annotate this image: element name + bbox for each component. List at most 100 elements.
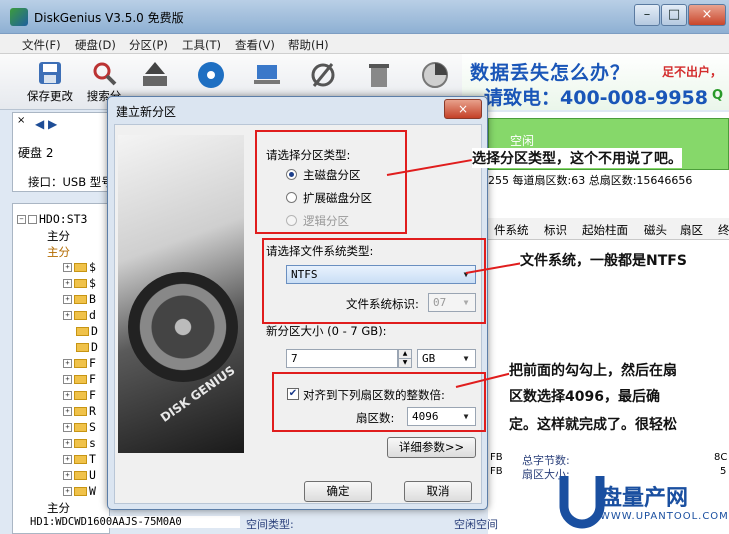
minimize-button[interactable]: – [634,4,660,26]
save-icon [39,62,61,84]
interface-label: 接口：USB 型号 [28,175,113,189]
backup-icon[interactable] [140,60,170,90]
disk-geometry: 255 每道扇区数:63 总扇区数:15646656 [488,174,693,187]
col-head[interactable]: 磁头 [644,222,667,238]
annotation-box-filesystem [262,238,486,324]
tree-item-hd0[interactable]: − HDO:ST3 [17,212,87,226]
dialog-title: 建立新分区 [116,105,177,119]
callout-align-line1: 把前面的勾勾上，然后在扇 [509,360,677,380]
tree-item-folder[interactable]: + s [63,436,96,450]
expand-icon[interactable]: + [63,471,72,480]
menu-disk[interactable]: 硬盘(D) [75,37,116,53]
space-type-label: 空间类型: [246,518,294,531]
expand-icon[interactable]: + [63,263,72,272]
close-button[interactable]: × [688,4,726,26]
tree-item-folder[interactable]: D [76,324,98,338]
expand-icon[interactable]: + [63,359,72,368]
folder-icon [74,311,87,320]
tree-item-folder[interactable]: + F [63,388,96,402]
folder-icon [74,375,87,384]
col-filesystem[interactable]: 件系统 [494,222,529,238]
col-start-cylinder[interactable]: 起始柱面 [582,222,628,238]
callout-partition-type: 选择分区类型，这个不用说了吧。 [472,148,682,168]
ok-button[interactable]: 确定 [304,481,372,502]
tree-item-hd1[interactable]: HD1:WDCWD1600AAJS-75M0A0 [30,516,240,528]
watermark-url: WWW.UPANTOOL.COM [600,511,729,522]
format-icon[interactable] [308,60,338,90]
col-end[interactable]: 终 [718,222,729,238]
disk-tool-icon[interactable] [196,60,226,90]
tree-item-primary[interactable]: 主分 [47,500,70,516]
nav-arrows-icon[interactable]: ◀ ▶ [35,117,57,131]
tree-item-folder[interactable]: + T [63,452,96,466]
expand-icon[interactable]: + [63,391,72,400]
menu-file[interactable]: 文件(F) [22,37,61,53]
window-title: DiskGenius V3.5.0 免费版 [34,11,184,25]
tree-item-primary[interactable]: 主分 [47,228,70,244]
col-id[interactable]: 标识 [544,222,567,238]
collapse-icon[interactable]: − [17,215,26,224]
menu-partition[interactable]: 分区(P) [129,37,168,53]
expand-icon[interactable]: + [63,439,72,448]
col-sector[interactable]: 扇区 [680,222,703,238]
tree-item-folder[interactable]: + $ [63,276,96,290]
title-bar: DiskGenius V3.5.0 免费版 – □ × [0,0,729,34]
callout-filesystem: 文件系统，一般都是NTFS [520,250,687,270]
delete-icon[interactable] [364,60,394,90]
callout-align-line2: 区数选择4096，最后确 [509,386,660,406]
expand-icon[interactable]: + [63,295,72,304]
size-label: 新分区大小 (0 - 7 GB): [266,324,387,338]
expand-icon[interactable]: + [63,487,72,496]
expand-icon[interactable]: + [63,423,72,432]
size-unit-select[interactable]: GB ▼ [417,349,476,368]
tree-item-folder[interactable]: + U [63,468,96,482]
app-icon [10,8,28,26]
value-fb: FB [490,452,503,463]
tree-item-folder[interactable]: D [76,340,98,354]
dialog-close-button[interactable]: × [444,99,482,119]
tree-item-folder[interactable]: + B [63,292,96,306]
folder-icon [74,407,87,416]
maximize-button[interactable]: □ [661,4,687,26]
cancel-button[interactable]: 取消 [404,481,472,502]
disk-label: 硬盘 2 [18,146,54,160]
folder-icon [74,263,87,272]
tree-item-folder[interactable]: + $ [63,260,96,274]
folder-icon [74,487,87,496]
expand-icon[interactable]: + [63,375,72,384]
collapse-icon[interactable]: × [17,115,25,126]
total-bytes-value: 8C [714,452,728,463]
ad-banner[interactable]: 数据丢失怎么办？ 足不出户， 请致电：400-008-9958 Q [462,54,729,110]
folder-icon [74,391,87,400]
tree-item-folder[interactable]: + F [63,356,96,370]
menu-tools[interactable]: 工具(T) [182,37,221,53]
expand-icon[interactable]: + [63,455,72,464]
folder-icon [74,295,87,304]
laptop-icon[interactable] [252,60,282,90]
ad-phone-right: Q [712,88,724,103]
folder-icon [76,327,89,336]
folder-icon [74,359,87,368]
tree-item-primary[interactable]: 主分 [47,244,70,260]
callout-align-line3: 定。这样就完成了。很轻松 [509,414,677,434]
tree-item-folder[interactable]: + F [63,372,96,386]
tree-item-folder[interactable]: + W [63,484,96,498]
size-down-button[interactable]: ▼ [398,358,412,368]
expand-icon[interactable]: + [63,279,72,288]
expand-icon[interactable]: + [63,311,72,320]
tree-item-folder[interactable]: + d [63,308,96,322]
restore-icon[interactable] [420,60,450,90]
size-input[interactable]: 7 [286,349,398,368]
menu-view[interactable]: 查看(V) [235,37,275,53]
disk-icon [28,215,37,224]
tree-item-folder[interactable]: + R [63,404,96,418]
detail-params-button[interactable]: 详细参数>> [387,437,476,458]
menu-help[interactable]: 帮助(H) [288,37,329,53]
expand-icon[interactable]: + [63,407,72,416]
value-fb: FB [490,466,503,477]
folder-icon [74,423,87,432]
tree-item-folder[interactable]: + S [63,420,96,434]
save-changes-button[interactable]: 保存更改 [22,56,78,108]
watermark-text: 盘量产网 [600,486,689,511]
free-space-label: 空闲 [510,134,535,148]
